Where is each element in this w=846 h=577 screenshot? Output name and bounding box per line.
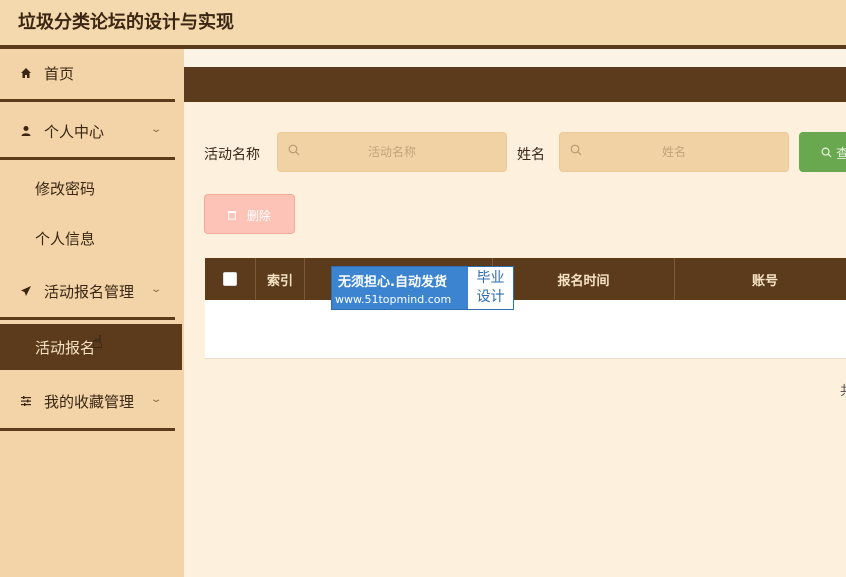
sidebar-divider (0, 157, 175, 160)
activity-name-field[interactable] (277, 132, 507, 172)
search-icon (570, 144, 582, 159)
breadcrumb-bar (184, 67, 846, 102)
search-button[interactable]: 查 (799, 132, 846, 172)
watermark-right-line1: 毕业 (476, 270, 505, 286)
watermark-line1: 无须担心.自动发货 (338, 275, 447, 290)
sidebar-item-favorites-label: 我的收藏管理 (44, 392, 135, 411)
activity-name-label: 活动名称 (204, 147, 260, 163)
name-label: 姓名 (517, 147, 545, 163)
column-header-account[interactable]: 账号 (675, 258, 846, 300)
trash-icon (227, 209, 241, 223)
sidebar-item-home[interactable]: 首页 (0, 49, 180, 97)
sidebar-item-change-password[interactable]: 修改密码 (0, 165, 180, 211)
watermark-right: 毕业 设计 (468, 267, 513, 309)
pagination-total: 共 (840, 380, 846, 399)
top-bar: 垃圾分类论坛的设计与实现 (0, 0, 846, 45)
column-header-index[interactable]: 索引 (256, 258, 305, 300)
sidebar-divider (0, 317, 175, 320)
name-field[interactable] (559, 132, 789, 172)
send-icon (18, 285, 34, 297)
sidebar-item-activity-mgmt[interactable]: 活动报名管理 ⌄ (0, 267, 180, 315)
content-top-stripe (184, 49, 846, 67)
sidebar-divider (0, 99, 175, 102)
delete-button-label: 删除 (246, 209, 271, 223)
sidebar-divider (0, 428, 175, 431)
chevron-down-icon: ⌄ (149, 394, 163, 405)
sliders-icon (18, 395, 34, 407)
name-input[interactable] (560, 133, 788, 171)
search-button-label: 查 (836, 147, 846, 162)
sidebar-item-home-label: 首页 (44, 64, 75, 83)
user-icon (18, 125, 34, 137)
watermark-banner: 无须担心.自动发货 www.51topmind.com 毕业 设计 (331, 266, 514, 310)
sidebar-item-activity-mgmt-label: 活动报名管理 (44, 282, 135, 301)
delete-button[interactable]: 删除 (204, 194, 295, 234)
sidebar-item-personal-info[interactable]: 个人信息 (0, 215, 180, 261)
sidebar-item-personal-label: 个人中心 (44, 122, 105, 141)
app-title: 垃圾分类论坛的设计与实现 (18, 12, 234, 33)
hand-cursor-icon: ☝ (92, 332, 103, 353)
search-icon (288, 144, 300, 159)
search-icon (821, 147, 836, 162)
select-all-checkbox[interactable] (223, 272, 237, 286)
home-icon (18, 67, 34, 79)
sidebar-item-personal[interactable]: 个人中心 ⌄ (0, 107, 180, 155)
chevron-down-icon: ⌄ (149, 124, 163, 135)
watermark-line2: www.51topmind.com (335, 293, 452, 306)
table-header: 索引 报名时间 账号 (205, 258, 846, 300)
watermark-left: 无须担心.自动发货 www.51topmind.com (332, 267, 468, 309)
activity-name-input[interactable] (278, 133, 506, 171)
chevron-down-icon: ⌄ (149, 284, 163, 295)
watermark-right-line2: 设计 (476, 289, 505, 305)
sidebar-item-favorites[interactable]: 我的收藏管理 ⌄ (0, 377, 180, 425)
column-header-signup-time[interactable]: 报名时间 (493, 258, 675, 300)
table-body-empty (205, 300, 846, 359)
sidebar-item-activity-signup[interactable]: 活动报名 (0, 324, 182, 370)
select-all-cell (205, 258, 256, 300)
